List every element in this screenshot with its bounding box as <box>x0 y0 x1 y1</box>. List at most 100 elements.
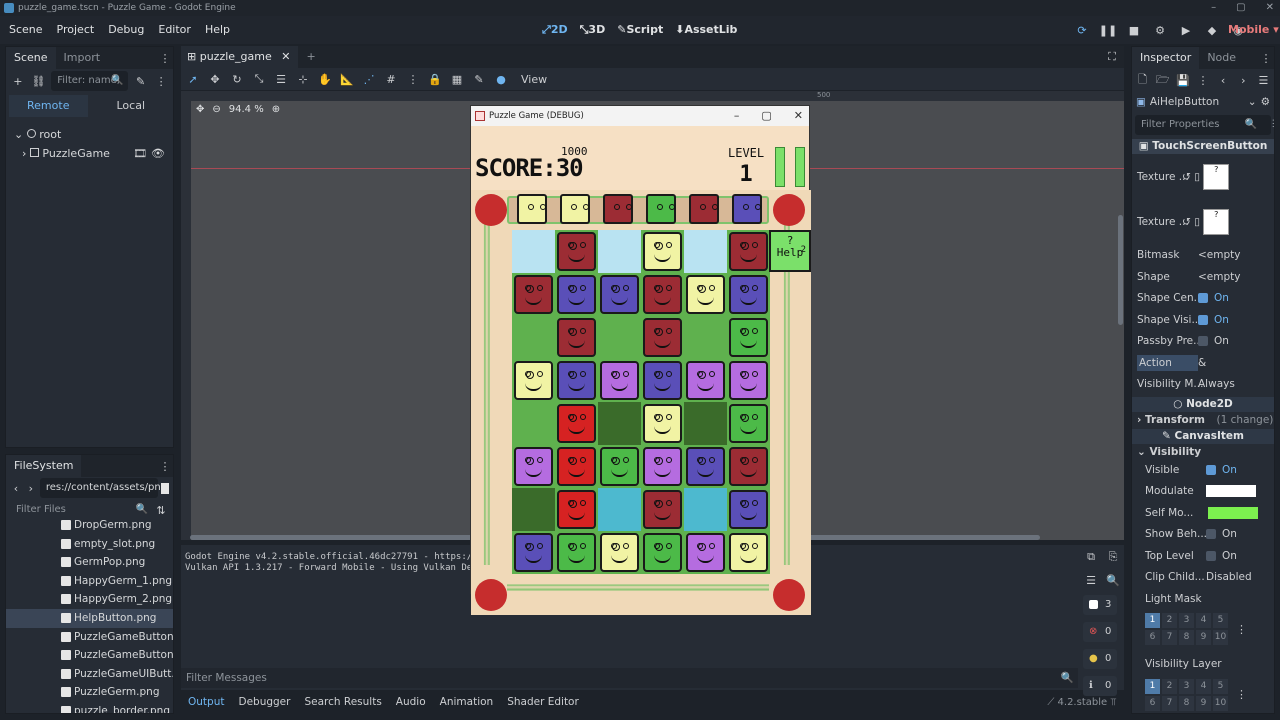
reload-icon[interactable]: ⟳ <box>1074 22 1090 38</box>
tab-output[interactable]: Output <box>181 690 231 714</box>
grid-cell[interactable] <box>555 273 598 316</box>
menu-help[interactable]: Help <box>198 16 237 44</box>
history-forward-icon[interactable]: › <box>1236 72 1251 88</box>
property-value[interactable]: & <box>1198 353 1206 375</box>
property-value[interactable]: Always <box>1198 374 1235 396</box>
file-icon[interactable]: ▯ <box>1194 171 1200 183</box>
layer-menu-icon[interactable]: ⋮ <box>1236 623 1247 636</box>
germ-tile[interactable] <box>514 361 553 400</box>
germ-tile[interactable] <box>557 361 596 400</box>
select-tool-icon[interactable]: ➚ <box>185 71 201 87</box>
maximize-icon[interactable]: ▢ <box>1236 0 1245 16</box>
germ-tile[interactable] <box>729 404 768 443</box>
tab-node[interactable]: Node <box>1199 47 1244 69</box>
grid-cell[interactable] <box>684 230 727 273</box>
dock-menu-icon[interactable]: ⋮ <box>157 50 173 66</box>
center-view-icon[interactable]: ✥ <box>196 104 204 115</box>
file-item[interactable]: GermPop.png <box>6 553 173 572</box>
split-view-icon[interactable] <box>160 482 169 494</box>
grid-cell[interactable] <box>598 316 641 359</box>
grid-cell[interactable] <box>555 488 598 531</box>
ai-help-button[interactable]: ? Help 2 <box>769 230 811 272</box>
property-value[interactable] <box>1206 503 1258 525</box>
germ-tile[interactable] <box>557 318 596 357</box>
close-tab-icon[interactable]: ✕ <box>281 50 290 63</box>
pivot-tool-icon[interactable]: ⊹ <box>295 71 311 87</box>
tree-node-root[interactable]: ⌄ root <box>6 125 173 144</box>
pause-icon[interactable]: ❚❚ <box>1099 22 1117 38</box>
germ-tile[interactable] <box>560 194 590 224</box>
grid-cell[interactable] <box>598 230 641 273</box>
property-row[interactable]: Self Mo... <box>1132 503 1274 525</box>
add-node-icon[interactable]: + <box>10 73 26 89</box>
layer-bit[interactable]: 4 <box>1196 678 1211 694</box>
grid-cell[interactable] <box>641 273 684 316</box>
property-value[interactable]: On <box>1198 331 1229 353</box>
remote-debug-icon[interactable]: ⚙ <box>1152 22 1168 38</box>
grid-cell[interactable] <box>684 445 727 488</box>
layer-bit[interactable]: 2 <box>1162 613 1177 628</box>
layer-bit[interactable]: 1 <box>1145 678 1160 694</box>
tool-icon[interactable]: ⚙ <box>1261 96 1270 108</box>
minimize-icon[interactable]: – <box>734 106 740 126</box>
path-field[interactable]: res://content/assets/png <box>39 478 167 498</box>
germ-tile[interactable] <box>600 533 639 572</box>
grid-cell[interactable] <box>555 531 598 574</box>
layer-bit[interactable]: 7 <box>1162 630 1177 645</box>
germ-tile[interactable] <box>557 275 596 314</box>
tab-shader-editor[interactable]: Shader Editor <box>500 690 586 714</box>
clear-icon[interactable]: ⎘ <box>1105 549 1121 565</box>
property-row[interactable]: Show Beh... On <box>1132 524 1274 546</box>
property-row[interactable]: Top Level On <box>1132 546 1274 568</box>
germ-tile[interactable] <box>686 275 725 314</box>
dock-menu-icon[interactable]: ⋮ <box>1258 50 1274 66</box>
maximize-icon[interactable]: ▢ <box>761 106 771 126</box>
germ-tile[interactable] <box>600 275 639 314</box>
tab-puzzle-game[interactable]: ⊞ puzzle_game ✕ <box>181 46 299 68</box>
file-item[interactable]: DropGerm.png <box>6 516 173 535</box>
germ-tile[interactable] <box>517 194 547 224</box>
grid-cell[interactable] <box>641 316 684 359</box>
scene-filter-input[interactable]: Filter: name, 🔍 <box>51 71 128 91</box>
property-row[interactable]: Shape <empty <box>1132 267 1274 289</box>
grid-cell[interactable] <box>512 531 555 574</box>
tab-inspector[interactable]: Inspector <box>1132 47 1200 69</box>
germ-tile[interactable] <box>643 490 682 529</box>
checkbox-checked-icon[interactable] <box>1198 293 1208 303</box>
texture-thumbnail[interactable]: ? <box>1203 209 1230 235</box>
tab-debugger[interactable]: Debugger <box>231 690 297 714</box>
lock-icon[interactable]: 🔒 <box>427 71 443 87</box>
grid-cell[interactable] <box>727 531 770 574</box>
germ-tile[interactable] <box>729 232 768 271</box>
grid-cell[interactable] <box>512 359 555 402</box>
light-mask-layers[interactable]: 1 2 3 4 5 6 7 8 9 10 <box>1145 613 1228 645</box>
grid-cell[interactable] <box>684 316 727 359</box>
germ-tile[interactable] <box>557 447 596 486</box>
property-value[interactable]: Disabled <box>1206 567 1252 589</box>
property-value[interactable]: ↺ ▯ ? <box>1182 155 1230 200</box>
bone-icon[interactable]: ✎ <box>471 71 487 87</box>
node-selector[interactable]: ▣ AiHelpButton ⌄ ⚙ <box>1132 91 1274 113</box>
germ-tile[interactable] <box>729 447 768 486</box>
germ-tile[interactable] <box>643 404 682 443</box>
layer-bit[interactable]: 5 <box>1213 613 1228 628</box>
file-item[interactable]: HappyGerm_2.png <box>6 590 173 609</box>
property-value[interactable]: <empty <box>1198 267 1240 289</box>
checkbox-icon[interactable] <box>1206 529 1216 539</box>
grid-cell[interactable] <box>641 488 684 531</box>
distraction-free-icon[interactable]: ⛶ <box>1104 49 1120 65</box>
grid-cell[interactable] <box>555 316 598 359</box>
play-scene-icon[interactable]: ▶ <box>1178 22 1194 38</box>
file-item[interactable]: HelpButton.png <box>6 608 173 628</box>
germ-tile[interactable] <box>686 447 725 486</box>
grid-cell[interactable] <box>555 230 598 273</box>
property-row[interactable]: Action & <box>1132 353 1274 375</box>
workspace-2d[interactable]: ⤢2D <box>536 16 574 44</box>
texture-thumbnail[interactable]: ? <box>1203 164 1230 190</box>
tab-search-results[interactable]: Search Results <box>297 690 388 714</box>
filter-properties-input[interactable]: Filter Properties 🔍 ☰ <box>1135 115 1274 135</box>
properties-menu-icon[interactable]: ☰ <box>1272 115 1274 135</box>
property-row[interactable]: Shape Visi... On <box>1132 310 1274 332</box>
germ-tile[interactable] <box>600 447 639 486</box>
section-node2d[interactable]: ○ Node2D <box>1132 396 1274 412</box>
